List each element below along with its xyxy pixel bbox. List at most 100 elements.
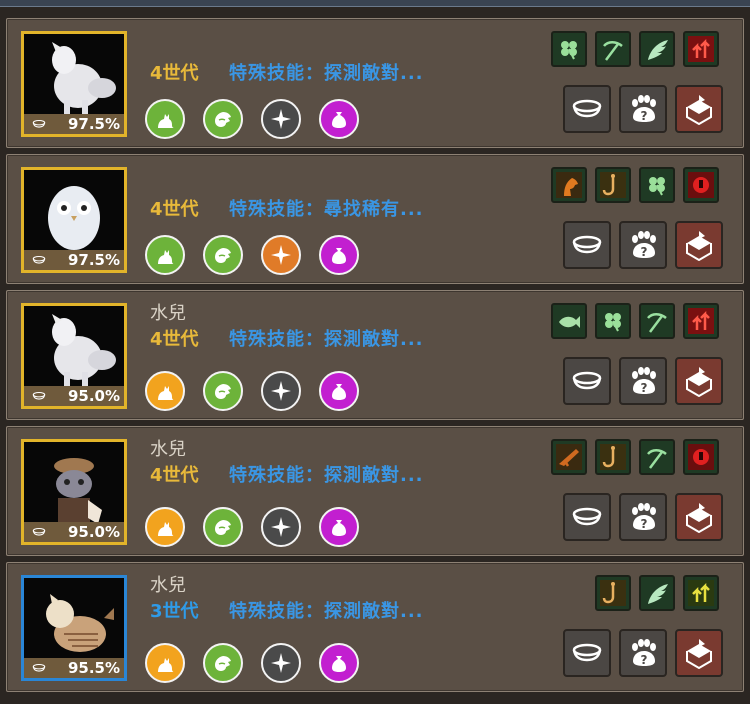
cat-icon-glyph <box>158 114 174 128</box>
hand-icon[interactable] <box>203 371 243 411</box>
compass-icon[interactable] <box>261 507 301 547</box>
clover-icon-glyph <box>649 177 665 196</box>
paw-question-icon: ? <box>632 503 656 531</box>
pet-card[interactable]: 95.0% 水兒 4世代 特殊技能：探測敵對...? <box>6 290 744 420</box>
seal-pet-button[interactable] <box>675 357 723 405</box>
bag-icon[interactable] <box>319 371 359 411</box>
svg-text:?: ? <box>641 653 648 667</box>
fishhook-icon[interactable] <box>595 167 631 203</box>
fishhook-icon[interactable] <box>595 575 631 611</box>
compass-icon[interactable] <box>261 371 301 411</box>
seal-pet-button[interactable] <box>675 493 723 541</box>
feed-bowl-icon <box>32 391 46 400</box>
pet-info-button[interactable]: ? <box>619 493 667 541</box>
horse-icon[interactable] <box>551 167 587 203</box>
bag-icon[interactable] <box>319 643 359 683</box>
pet-name: 水兒 <box>150 439 186 460</box>
cat-icon[interactable] <box>145 371 185 411</box>
wing-icon[interactable] <box>639 575 675 611</box>
compass-icon[interactable] <box>261 235 301 275</box>
hand-icon[interactable] <box>203 643 243 683</box>
gun-icon-glyph <box>556 444 582 470</box>
cat-icon-glyph <box>158 386 174 400</box>
pet-generation: 3世代 <box>150 601 199 622</box>
pet-portrait[interactable]: 97.5% <box>21 167 127 273</box>
red-fist-icon[interactable] <box>683 167 719 203</box>
seal-pet-button[interactable] <box>675 629 723 677</box>
gun-icon[interactable] <box>551 439 587 475</box>
hand-icon-glyph <box>215 248 231 263</box>
pickaxe-icon[interactable] <box>639 439 675 475</box>
paw-question-icon: ? <box>632 367 656 395</box>
hand-icon[interactable] <box>203 507 243 547</box>
cat-icon[interactable] <box>145 235 185 275</box>
pet-portrait[interactable]: 95.0% <box>21 439 127 545</box>
pickaxe-icon[interactable] <box>595 31 631 67</box>
red-arrows-icon[interactable] <box>683 31 719 67</box>
cat-icon[interactable] <box>145 507 185 547</box>
special-skill: 特殊技能：探測敵對... <box>229 63 424 84</box>
svg-text:?: ? <box>641 381 648 395</box>
bag-icon[interactable] <box>319 99 359 139</box>
pet-skills <box>551 303 727 341</box>
pet-card[interactable]: 97.5% 4世代 特殊技能：尋找稀有...? <box>6 154 744 284</box>
feed-button[interactable] <box>563 493 611 541</box>
tan-cat-icon <box>46 594 114 652</box>
cat-icon[interactable] <box>145 643 185 683</box>
box-return-icon <box>686 231 712 261</box>
paw-question-icon: ? <box>632 639 656 667</box>
hunger-bar: 97.5% <box>24 114 124 134</box>
pet-card[interactable]: 97.5% 4世代 特殊技能：探測敵對...? <box>6 18 744 148</box>
special-skill: 特殊技能：尋找稀有... <box>229 199 424 220</box>
clover-icon[interactable] <box>595 303 631 339</box>
pet-name: 水兒 <box>150 575 186 596</box>
clover-icon[interactable] <box>639 167 675 203</box>
clover-icon[interactable] <box>551 31 587 67</box>
red-arrows-icon[interactable] <box>683 303 719 339</box>
pet-actions: ? <box>563 357 729 407</box>
pet-skills <box>595 575 727 613</box>
feed-button[interactable] <box>563 221 611 269</box>
pet-info-button[interactable]: ? <box>619 221 667 269</box>
pet-card[interactable]: 95.5% 水兒 3世代 特殊技能：探測敵對...? <box>6 562 744 692</box>
paw-question-icon: ? <box>632 95 656 123</box>
clover-icon-glyph <box>605 313 621 332</box>
svg-text:?: ? <box>641 109 648 123</box>
hunger-value: 95.0% <box>67 523 120 541</box>
red-fist-icon[interactable] <box>683 439 719 475</box>
pet-portrait[interactable]: 95.5% <box>21 575 127 681</box>
hunger-bar: 95.5% <box>24 658 124 678</box>
feed-button[interactable] <box>563 357 611 405</box>
fish-icon[interactable] <box>551 303 587 339</box>
cat-icon-glyph <box>158 250 174 264</box>
feed-bowl-icon <box>32 119 46 128</box>
hand-icon[interactable] <box>203 99 243 139</box>
pet-info-button[interactable]: ? <box>619 357 667 405</box>
wing-icon[interactable] <box>639 31 675 67</box>
hat-wearing-cat-icon <box>54 458 102 524</box>
hunger-value: 95.0% <box>67 387 120 405</box>
compass-icon[interactable] <box>261 643 301 683</box>
bag-icon[interactable] <box>319 235 359 275</box>
pet-card[interactable]: 95.0% 水兒 4世代 特殊技能：探測敵對...? <box>6 426 744 556</box>
feed-bowl-icon <box>572 235 602 254</box>
box-return-icon <box>686 95 712 125</box>
pet-info-button[interactable]: ? <box>619 85 667 133</box>
pet-portrait[interactable]: 95.0% <box>21 303 127 409</box>
pet-portrait[interactable]: 97.5% <box>21 31 127 137</box>
pickaxe-icon[interactable] <box>639 303 675 339</box>
seal-pet-button[interactable] <box>675 221 723 269</box>
pet-actions: ? <box>563 493 729 543</box>
pet-info-button[interactable]: ? <box>619 629 667 677</box>
bag-icon[interactable] <box>319 507 359 547</box>
cat-icon[interactable] <box>145 99 185 139</box>
bag-icon-glyph <box>332 520 346 536</box>
feed-button[interactable] <box>563 85 611 133</box>
feed-button[interactable] <box>563 629 611 677</box>
yellow-arrows-icon[interactable] <box>683 575 719 611</box>
hand-icon[interactable] <box>203 235 243 275</box>
compass-icon[interactable] <box>261 99 301 139</box>
fishhook-icon[interactable] <box>595 439 631 475</box>
wing-icon-glyph <box>648 40 668 60</box>
seal-pet-button[interactable] <box>675 85 723 133</box>
